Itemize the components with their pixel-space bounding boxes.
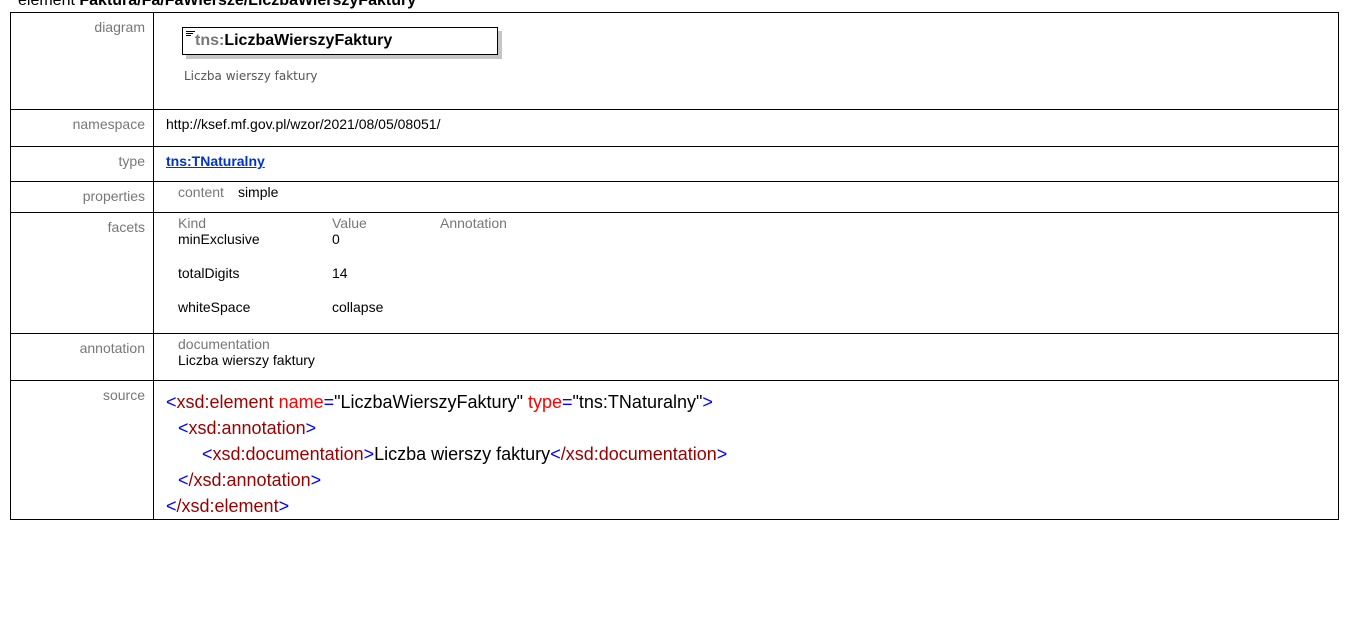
properties-value: simple	[237, 184, 279, 200]
element-doc-table: diagram tns:LiczbaWierszyFaktury Liczba …	[10, 12, 1339, 520]
facet-row: totalDigits 14	[178, 265, 1338, 299]
element-name: tns:LiczbaWierszyFaktury	[195, 32, 392, 50]
element-lines-icon	[186, 31, 195, 37]
facet-kind: whiteSpace	[178, 299, 251, 315]
properties-cell: content simple	[153, 181, 1339, 213]
source-line: <xsd:element name="LiczbaWierszyFaktury"…	[166, 392, 713, 412]
row-diagram: diagram tns:LiczbaWierszyFaktury Liczba …	[10, 12, 1339, 110]
heading-prefix: element	[18, 0, 80, 9]
facets-cell: Kind Value Annotation minExclusive 0 tot…	[153, 212, 1339, 334]
facets-header-annotation: Annotation	[440, 215, 507, 231]
facet-value: 0	[332, 231, 340, 247]
facet-kind: minExclusive	[178, 231, 260, 247]
element-name-local: LiczbaWierszyFaktury	[224, 32, 393, 49]
element-diagram-box[interactable]: tns:LiczbaWierszyFaktury	[182, 27, 502, 59]
namespace-value: http://ksef.mf.gov.pl/wzor/2021/08/05/08…	[153, 109, 1339, 147]
row-properties: properties content simple	[10, 181, 1339, 213]
row-source: source <xsd:element name="LiczbaWierszyF…	[10, 380, 1339, 520]
facet-row: minExclusive 0	[178, 231, 1338, 265]
source-line: </xsd:annotation>	[178, 470, 322, 490]
facets-header-kind: Kind	[178, 215, 207, 231]
facets-header: Kind Value Annotation	[178, 215, 1338, 231]
label-properties: properties	[10, 181, 154, 213]
label-diagram: diagram	[10, 12, 154, 110]
label-type: type	[10, 146, 154, 182]
element-name-prefix: tns:	[195, 32, 225, 49]
label-namespace: namespace	[10, 109, 154, 147]
annotation-text: Liczba wierszy faktury	[178, 352, 315, 368]
facet-value: collapse	[332, 299, 384, 315]
properties-key: content	[178, 184, 224, 200]
annotation-key: documentation	[178, 336, 270, 352]
annotation-cell: documentation Liczba wierszy faktury	[153, 333, 1339, 381]
source-line: </xsd:element>	[166, 496, 290, 516]
facet-row: whiteSpace collapse	[178, 299, 1338, 333]
source-line: <xsd:documentation>Liczba wierszy faktur…	[202, 444, 728, 464]
element-box: tns:LiczbaWierszyFaktury	[182, 27, 498, 55]
type-link[interactable]: tns:TNaturalny	[166, 153, 265, 169]
element-diagram-doc: Liczba wierszy faktury	[184, 69, 318, 83]
label-annotation: annotation	[10, 333, 154, 381]
page-heading: element Faktura/Fa/FaWiersze/LiczbaWiers…	[0, 0, 1348, 11]
row-namespace: namespace http://ksef.mf.gov.pl/wzor/202…	[10, 109, 1339, 147]
source-code: <xsd:element name="LiczbaWierszyFaktury"…	[153, 380, 1339, 520]
row-facets: facets Kind Value Annotation minExclusiv…	[10, 212, 1339, 334]
facet-kind: totalDigits	[178, 265, 240, 281]
label-source: source	[10, 380, 154, 520]
heading-path: Faktura/Fa/FaWiersze/LiczbaWierszyFaktur…	[79, 0, 417, 9]
row-annotation: annotation documentation Liczba wierszy …	[10, 333, 1339, 381]
row-type: type tns:TNaturalny	[10, 146, 1339, 182]
facet-value: 14	[332, 265, 348, 281]
source-line: <xsd:annotation>	[178, 418, 317, 438]
label-facets: facets	[10, 212, 154, 334]
diagram-cell: tns:LiczbaWierszyFaktury Liczba wierszy …	[153, 12, 1339, 110]
facets-header-value: Value	[332, 215, 367, 231]
